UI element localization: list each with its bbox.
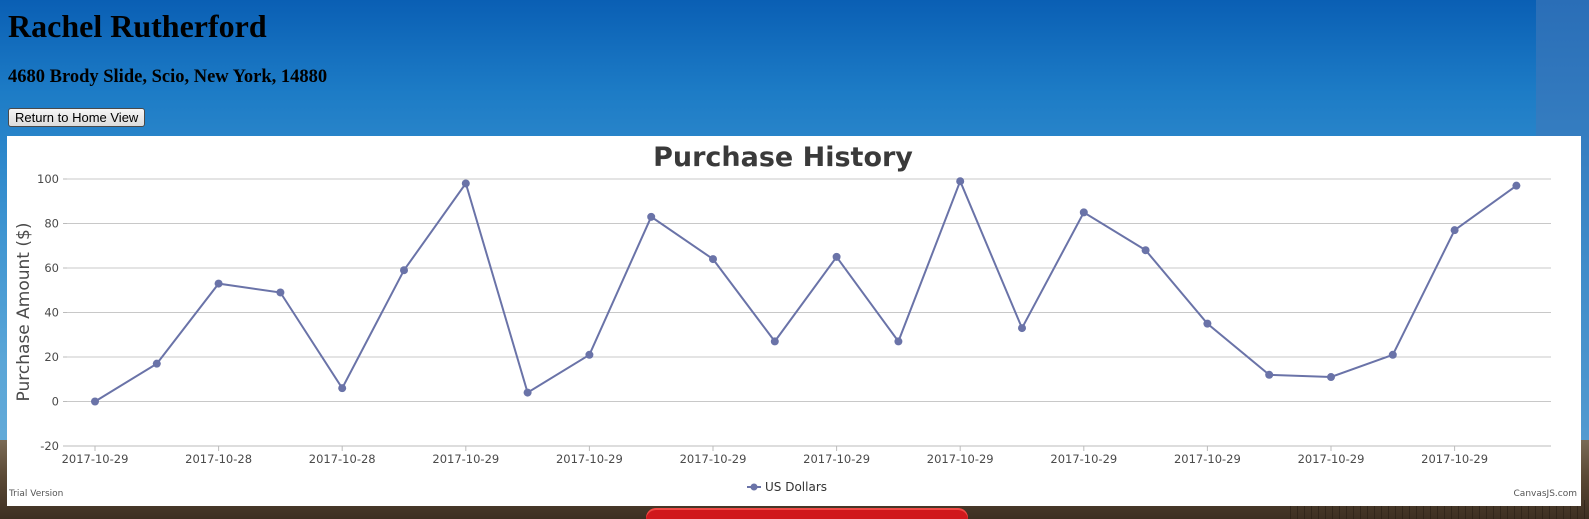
x-tick-label: 2017-10-29 (432, 452, 499, 466)
y-tick-label: 60 (44, 261, 59, 275)
y-axis-ticks: -20 0 20 40 60 80 100 (37, 172, 67, 453)
background-car (646, 508, 968, 519)
y-tick-label: 100 (37, 172, 59, 186)
data-point[interactable] (214, 279, 223, 288)
data-point[interactable] (91, 397, 99, 406)
customer-name-heading: Rachel Rutherford (8, 8, 267, 44)
trial-version-label: Trial Version (8, 489, 63, 499)
legend-label: US Dollars (765, 480, 827, 494)
data-point[interactable] (1450, 226, 1459, 235)
data-point[interactable] (1203, 319, 1212, 328)
data-point[interactable] (152, 359, 161, 368)
data-point[interactable] (894, 337, 903, 346)
y-tick-label: 40 (44, 306, 59, 320)
x-axis-ticks: 2017-10-29 2017-10-28 2017-10-28 2017-10-29… (62, 446, 1488, 466)
data-point[interactable] (832, 252, 841, 261)
x-tick-label: 2017-10-29 (1174, 452, 1241, 466)
data-point[interactable] (338, 384, 347, 393)
data-point[interactable] (400, 266, 408, 275)
data-point[interactable] (1512, 181, 1521, 190)
x-tick-label: 2017-10-29 (1298, 452, 1365, 466)
grid-lines (67, 178, 1551, 447)
y-tick-label: 0 (52, 395, 59, 409)
series-points (91, 177, 1521, 406)
chart-canvas: Purchase History Purchase Amount ($) -20… (8, 142, 1577, 499)
y-tick-label: 80 (44, 217, 59, 231)
data-point[interactable] (1327, 373, 1335, 382)
series-line-us-dollars (94, 178, 1517, 403)
data-point[interactable] (585, 350, 594, 359)
x-tick-label: 2017-10-29 (1421, 452, 1488, 466)
data-point[interactable] (1388, 350, 1397, 359)
series-line-layer (94, 178, 1517, 403)
return-home-button[interactable]: Return to Home View (8, 108, 146, 127)
customer-address: 4680 Brody Slide, Scio, New York, 14880 (8, 67, 328, 87)
legend-marker-icon (750, 483, 758, 491)
data-point[interactable] (709, 255, 717, 264)
x-tick-label: 2017-10-29 (803, 452, 870, 466)
data-point[interactable] (770, 337, 779, 346)
chart-title: Purchase History (653, 142, 913, 173)
x-tick-label: 2017-10-29 (62, 452, 129, 466)
purchase-history-chart: Purchase History Purchase Amount ($) -20… (7, 136, 1581, 506)
x-tick-label: 2017-10-28 (185, 452, 252, 466)
canvasjs-credit-link[interactable]: CanvasJS.com (1514, 489, 1577, 499)
x-tick-label: 2017-10-29 (680, 452, 747, 466)
data-point[interactable] (956, 177, 965, 186)
data-point[interactable] (1079, 208, 1088, 217)
data-point[interactable] (1141, 246, 1150, 255)
y-axis-title: Purchase Amount ($) (14, 223, 34, 402)
x-tick-label: 2017-10-29 (927, 452, 994, 466)
x-tick-label: 2017-10-29 (556, 452, 623, 466)
legend[interactable]: US Dollars (747, 480, 827, 494)
data-point[interactable] (523, 388, 532, 397)
x-tick-label: 2017-10-29 (1050, 452, 1117, 466)
x-tick-label: 2017-10-28 (309, 452, 376, 466)
y-tick-label: 20 (44, 350, 59, 364)
data-point[interactable] (276, 288, 285, 297)
y-tick-label: -20 (40, 439, 59, 453)
data-point[interactable] (1018, 324, 1026, 333)
data-point[interactable] (1265, 370, 1274, 379)
data-point[interactable] (647, 212, 656, 221)
data-point[interactable] (461, 179, 470, 188)
